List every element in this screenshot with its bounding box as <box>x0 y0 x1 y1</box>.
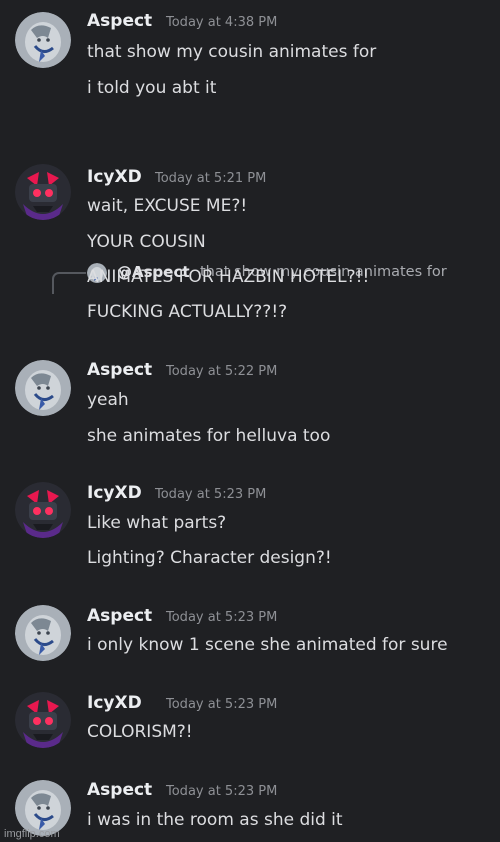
aspect-avatar-icon[interactable] <box>15 12 71 68</box>
message-text: wait, EXCUSE ME?! <box>87 196 248 216</box>
message-text: Lighting? Character design?! <box>87 548 332 568</box>
timestamp: Today at 5:23 PM <box>166 784 278 799</box>
username[interactable]: Aspect <box>87 606 152 626</box>
username[interactable]: Aspect <box>87 780 152 800</box>
message-text: that show my cousin animates for <box>87 42 377 62</box>
message-text: FUCKING ACTUALLY??!? <box>87 302 288 322</box>
reply-preview[interactable]: @Aspect that show my cousin animates for <box>0 130 500 294</box>
message-text: ANIMATES FOR HAZBIN HOTEL?!! <box>87 267 370 287</box>
message-text: she animates for helluva too <box>87 426 331 446</box>
icyxd-avatar-icon[interactable] <box>15 692 71 748</box>
icyxd-avatar-icon[interactable] <box>15 482 71 538</box>
timestamp: Today at 5:22 PM <box>166 364 278 379</box>
chat-log: Aspect Today at 4:38 PM that show my cou… <box>0 0 500 842</box>
message-text: yeah <box>87 390 129 410</box>
reply-connector <box>52 272 86 294</box>
aspect-avatar-icon[interactable] <box>15 605 71 661</box>
icyxd-avatar-icon[interactable] <box>15 164 71 220</box>
message-text: i told you abt it <box>87 78 217 98</box>
aspect-avatar-icon[interactable] <box>15 360 71 416</box>
watermark: imgflip.com <box>4 828 60 840</box>
username[interactable]: IcyXD <box>87 693 142 713</box>
message-text: YOUR COUSIN <box>87 232 206 252</box>
message-text: Like what parts? <box>87 513 227 533</box>
timestamp: Today at 4:38 PM <box>166 15 278 30</box>
username[interactable]: Aspect <box>87 11 152 31</box>
timestamp: Today at 5:23 PM <box>155 487 267 502</box>
username[interactable]: Aspect <box>87 360 152 380</box>
timestamp: Today at 5:23 PM <box>166 697 278 712</box>
timestamp: Today at 5:21 PM <box>155 171 267 186</box>
message-text: COLORISM?! <box>87 722 193 742</box>
username[interactable]: IcyXD <box>87 483 142 503</box>
timestamp: Today at 5:23 PM <box>166 610 278 625</box>
message-text: i only know 1 scene she animated for sur… <box>87 635 448 655</box>
username[interactable]: IcyXD <box>87 167 142 187</box>
message-text: i was in the room as she did it <box>87 810 343 830</box>
